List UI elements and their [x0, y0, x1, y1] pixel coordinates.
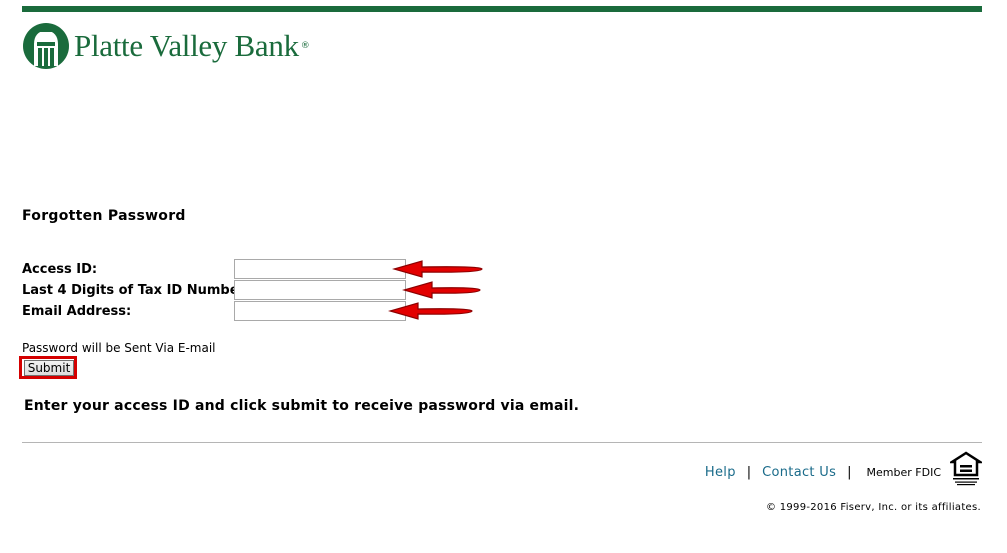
access-id-input[interactable] [234, 259, 406, 279]
footer-links: Help | Contact Us | Member FDIC [705, 465, 941, 480]
help-link[interactable]: Help [705, 465, 736, 480]
email-note: Password will be Sent Via E-mail [22, 341, 216, 355]
page: Platte Valley Bank ® Forgotten Password … [0, 0, 1007, 553]
tax-id-input[interactable] [234, 280, 406, 300]
red-arrow-icon [388, 302, 473, 320]
contact-us-link[interactable]: Contact Us [762, 465, 836, 480]
top-accent-bar [22, 6, 982, 12]
red-arrow-icon [392, 260, 483, 278]
email-row: Email Address: [22, 301, 406, 321]
email-input[interactable] [234, 301, 406, 321]
page-title: Forgotten Password [22, 208, 186, 224]
submit-button[interactable]: Submit [24, 360, 74, 376]
bank-building-icon [23, 23, 69, 69]
footer-divider [22, 442, 982, 443]
footer-separator: | [746, 465, 752, 480]
footer-separator: | [847, 465, 852, 480]
access-id-label: Access ID: [22, 261, 98, 277]
tax-id-label: Last 4 Digits of Tax ID Number: [22, 282, 251, 298]
copyright-text: © 1999-2016 Fiserv, Inc. or its affiliat… [765, 502, 981, 513]
instruction-text: Enter your access ID and click submit to… [24, 398, 580, 414]
registered-mark: ® [300, 41, 310, 51]
red-arrow-icon [402, 281, 481, 299]
bank-name: Platte Valley Bank [74, 28, 299, 63]
equal-housing-lender-icon [950, 451, 982, 486]
email-label: Email Address: [22, 303, 132, 319]
member-fdic-text: Member FDIC [866, 466, 941, 479]
access-id-row: Access ID: [22, 259, 406, 279]
tax-id-row: Last 4 Digits of Tax ID Number: [22, 280, 406, 300]
bank-logo[interactable]: Platte Valley Bank ® [22, 22, 310, 70]
